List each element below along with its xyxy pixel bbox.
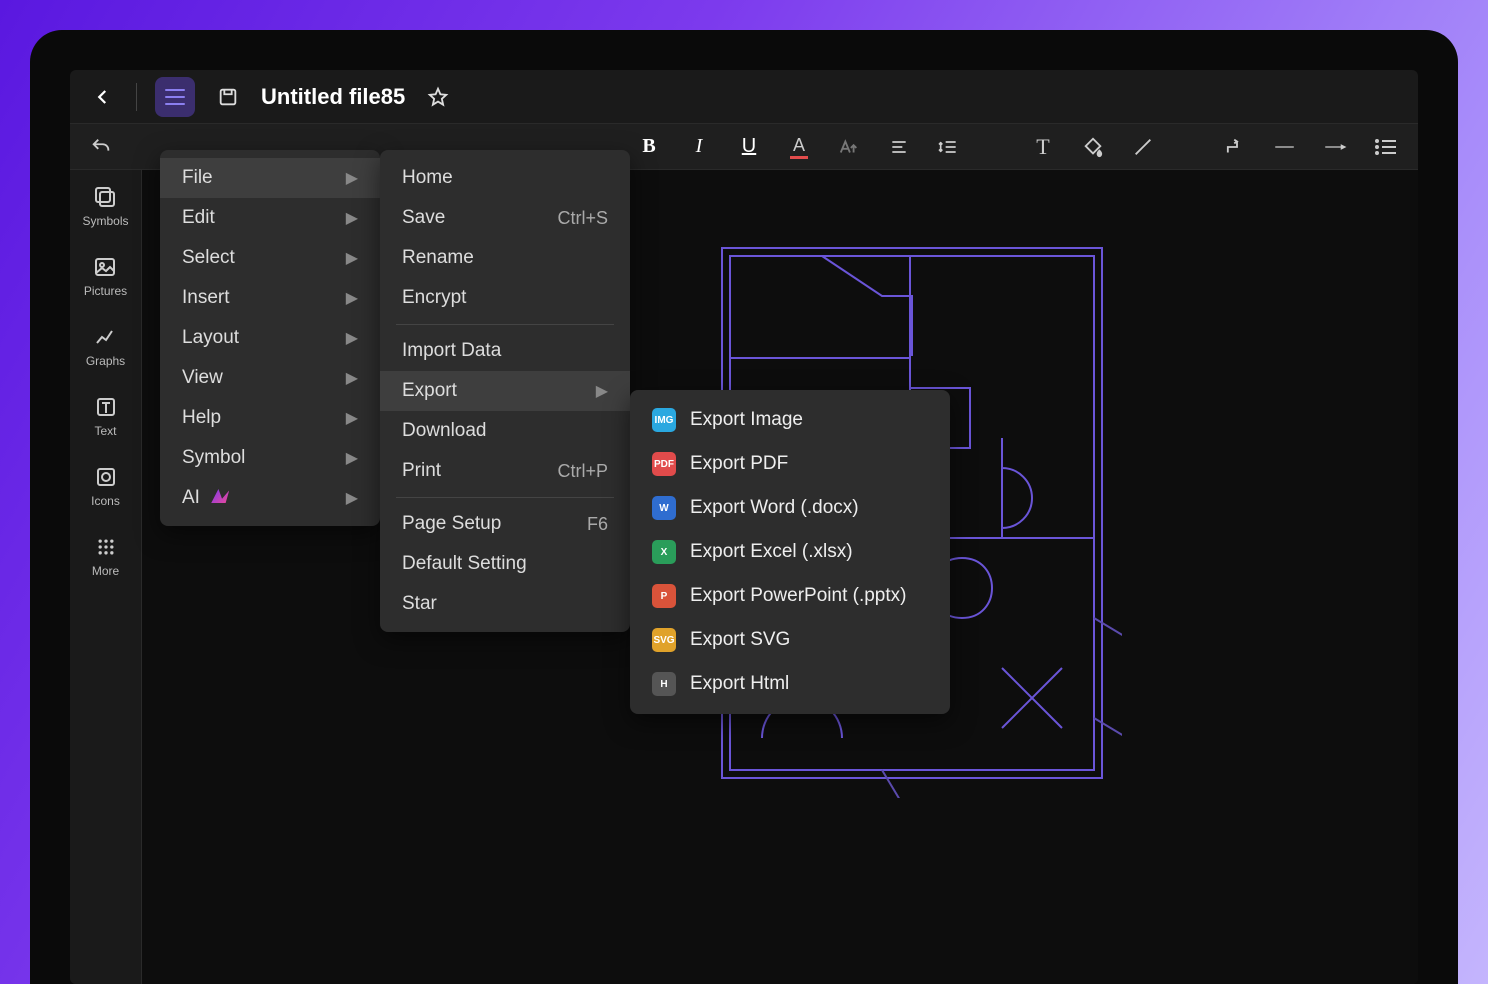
main-menu: File▶Edit▶Select▶Insert▶Layout▶View▶Help… bbox=[160, 150, 380, 526]
sidebar-label: Icons bbox=[91, 494, 120, 508]
italic-icon[interactable]: I bbox=[686, 134, 712, 160]
sidebar-label: Text bbox=[94, 424, 116, 438]
list-icon[interactable] bbox=[1374, 134, 1400, 160]
graphs-icon bbox=[92, 324, 118, 350]
arrow-style-icon[interactable] bbox=[1324, 134, 1350, 160]
align-icon[interactable] bbox=[886, 134, 912, 160]
more-icon bbox=[93, 534, 119, 560]
line-style-icon[interactable] bbox=[1274, 134, 1300, 160]
left-sidebar: Symbols Pictures Graphs Text Icons More bbox=[70, 170, 142, 984]
connector-icon[interactable] bbox=[1224, 134, 1250, 160]
menu-item-symbol[interactable]: Symbol▶ bbox=[160, 438, 380, 478]
export-option-export-svg[interactable]: SVGExport SVG bbox=[630, 618, 950, 662]
fill-icon[interactable] bbox=[1080, 134, 1106, 160]
sidebar-label: Pictures bbox=[84, 284, 127, 298]
export-option-export-pdf[interactable]: PDFExport PDF bbox=[630, 442, 950, 486]
menu-item-select[interactable]: Select▶ bbox=[160, 238, 380, 278]
line-spacing-icon[interactable] bbox=[936, 134, 962, 160]
file-menu-download[interactable]: Download bbox=[380, 411, 630, 451]
text-icon bbox=[93, 394, 119, 420]
export-option-export-image[interactable]: IMGExport Image bbox=[630, 398, 950, 442]
font-color-icon[interactable]: A bbox=[786, 134, 812, 160]
menu-item-edit[interactable]: Edit▶ bbox=[160, 198, 380, 238]
underline-icon[interactable]: U bbox=[736, 134, 762, 160]
line-tool-icon[interactable] bbox=[1130, 134, 1156, 160]
symbols-icon bbox=[92, 184, 118, 210]
title-bar: Untitled file85 bbox=[70, 70, 1418, 124]
export-option-export-powerpoint-pptx-[interactable]: PExport PowerPoint (.pptx) bbox=[630, 574, 950, 618]
file-submenu: HomeSaveCtrl+SRenameEncrypt Import DataEx… bbox=[380, 150, 630, 632]
file-menu-page-setup[interactable]: Page SetupF6 bbox=[380, 504, 630, 544]
pictures-icon bbox=[92, 254, 118, 280]
sidebar-item-pictures[interactable]: Pictures bbox=[84, 254, 127, 298]
file-menu-home[interactable]: Home bbox=[380, 158, 630, 198]
export-submenu: IMGExport ImagePDFExport PDFWExport Word… bbox=[630, 390, 950, 714]
sidebar-label: Graphs bbox=[86, 354, 125, 368]
sidebar-item-graphs[interactable]: Graphs bbox=[86, 324, 125, 368]
menu-item-insert[interactable]: Insert▶ bbox=[160, 278, 380, 318]
export-option-export-word-docx-[interactable]: WExport Word (.docx) bbox=[630, 486, 950, 530]
file-menu-encrypt[interactable]: Encrypt bbox=[380, 278, 630, 318]
menu-item-view[interactable]: View▶ bbox=[160, 358, 380, 398]
font-size-icon[interactable] bbox=[836, 134, 862, 160]
star-icon[interactable] bbox=[423, 82, 453, 112]
file-menu-export[interactable]: Export▶ bbox=[380, 371, 630, 411]
menu-item-help[interactable]: Help▶ bbox=[160, 398, 380, 438]
file-menu-save[interactable]: SaveCtrl+S bbox=[380, 198, 630, 238]
menu-item-layout[interactable]: Layout▶ bbox=[160, 318, 380, 358]
file-menu-star[interactable]: Star bbox=[380, 584, 630, 624]
file-menu-import-data[interactable]: Import Data bbox=[380, 331, 630, 371]
sidebar-item-icons[interactable]: Icons bbox=[91, 464, 120, 508]
menu-item-file[interactable]: File▶ bbox=[160, 158, 380, 198]
divider bbox=[136, 83, 137, 111]
undo-icon[interactable] bbox=[88, 134, 114, 160]
back-button[interactable] bbox=[88, 82, 118, 112]
export-option-export-html[interactable]: HExport Html bbox=[630, 662, 950, 706]
text-tool-icon[interactable]: T bbox=[1030, 134, 1056, 160]
sidebar-label: More bbox=[92, 564, 119, 578]
file-menu-default-setting[interactable]: Default Setting bbox=[380, 544, 630, 584]
icons-icon bbox=[93, 464, 119, 490]
bold-icon[interactable]: B bbox=[636, 134, 662, 160]
file-menu-rename[interactable]: Rename bbox=[380, 238, 630, 278]
main-menu-button[interactable] bbox=[155, 77, 195, 117]
export-option-export-excel-xlsx-[interactable]: XExport Excel (.xlsx) bbox=[630, 530, 950, 574]
sidebar-label: Symbols bbox=[82, 214, 128, 228]
menu-item-ai[interactable]: AI ▶ bbox=[160, 478, 380, 518]
sidebar-item-more[interactable]: More bbox=[92, 534, 119, 578]
sidebar-item-text[interactable]: Text bbox=[93, 394, 119, 438]
sidebar-item-symbols[interactable]: Symbols bbox=[82, 184, 128, 228]
save-icon[interactable] bbox=[213, 82, 243, 112]
file-title: Untitled file85 bbox=[261, 84, 405, 110]
file-menu-print[interactable]: PrintCtrl+P bbox=[380, 451, 630, 491]
